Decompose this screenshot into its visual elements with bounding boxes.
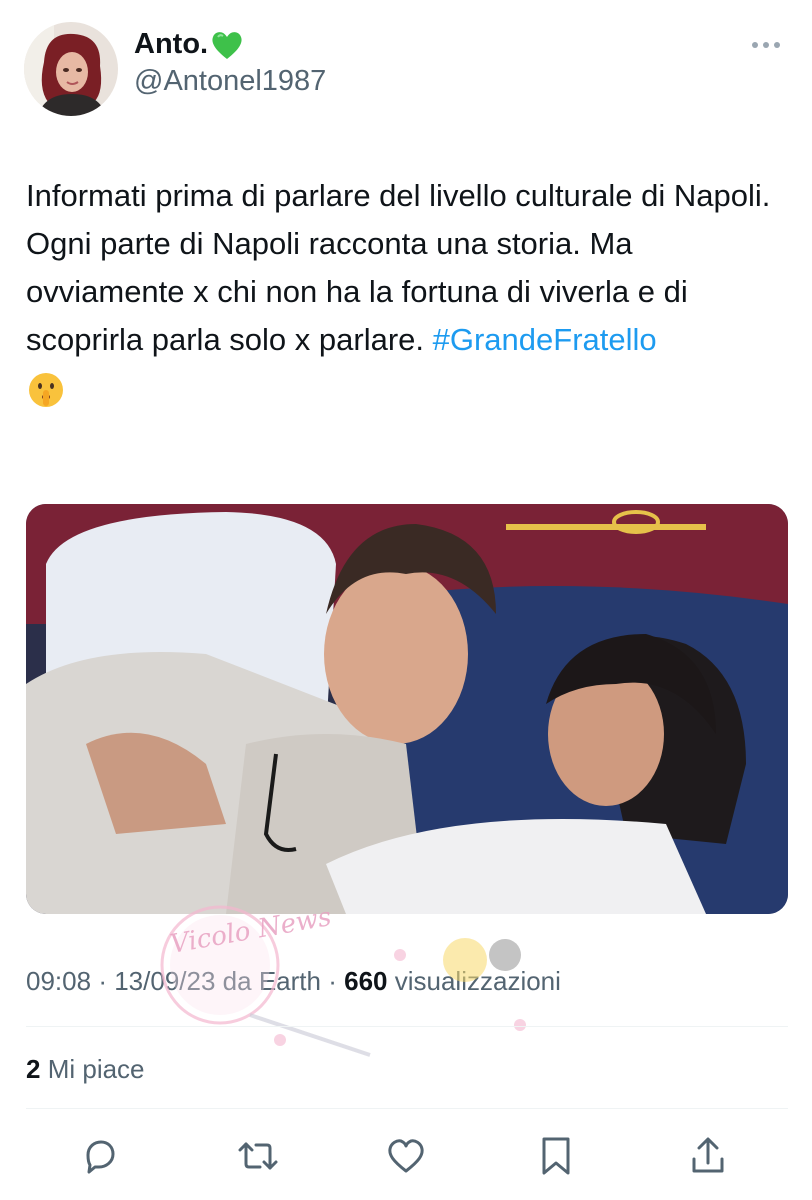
- tweet-line-1: Informati prima di parlare del livello c…: [26, 178, 771, 213]
- tweet-media-image[interactable]: [26, 504, 788, 914]
- likes-count-row[interactable]: 2 Mi piace: [26, 1054, 145, 1085]
- tweet-source: da Earth: [222, 966, 321, 996]
- tweet-meta: 09:08 · 13/09/23 da Earth · 660 visualiz…: [26, 966, 561, 997]
- shushing-face-icon: [26, 370, 66, 410]
- share-icon: [692, 1137, 724, 1173]
- bookmark-button[interactable]: [528, 1128, 584, 1184]
- reply-icon: [86, 1140, 115, 1174]
- retweet-button[interactable]: [230, 1128, 286, 1184]
- tweet-line-3: [26, 364, 788, 412]
- display-name[interactable]: Anto.: [134, 28, 208, 61]
- views-label: visualizzazioni: [394, 966, 561, 996]
- author-block: Anto. @Antonel1987: [134, 28, 326, 98]
- more-options-icon[interactable]: [750, 38, 782, 50]
- hashtag-link[interactable]: #GrandeFratello: [433, 322, 657, 357]
- tweet-date[interactable]: 13/09/23: [114, 966, 215, 996]
- tweet-header: Anto. @Antonel1987: [24, 22, 788, 118]
- views-count: 660: [344, 966, 388, 996]
- reply-button[interactable]: [72, 1128, 128, 1184]
- retweet-icon: [238, 1142, 278, 1170]
- like-button[interactable]: [378, 1128, 434, 1184]
- share-button[interactable]: [680, 1128, 736, 1184]
- likes-count: 2: [26, 1054, 41, 1084]
- handle[interactable]: @Antonel1987: [134, 65, 326, 98]
- green-heart-icon: [210, 29, 244, 61]
- divider: [26, 1108, 788, 1109]
- tweet-actions: [26, 1128, 788, 1184]
- bookmark-icon: [542, 1137, 570, 1175]
- likes-label: Mi piace: [47, 1054, 145, 1084]
- meta-separator: ·: [328, 966, 337, 996]
- tweet-time[interactable]: 09:08: [26, 966, 91, 996]
- divider: [26, 1026, 788, 1027]
- meta-separator: ·: [98, 966, 107, 996]
- tweet-text: Informati prima di parlare del livello c…: [26, 172, 788, 412]
- tweet-line-2: Ogni parte di Napoli racconta una storia…: [26, 220, 788, 364]
- heart-icon: [388, 1139, 424, 1173]
- avatar[interactable]: [24, 22, 118, 116]
